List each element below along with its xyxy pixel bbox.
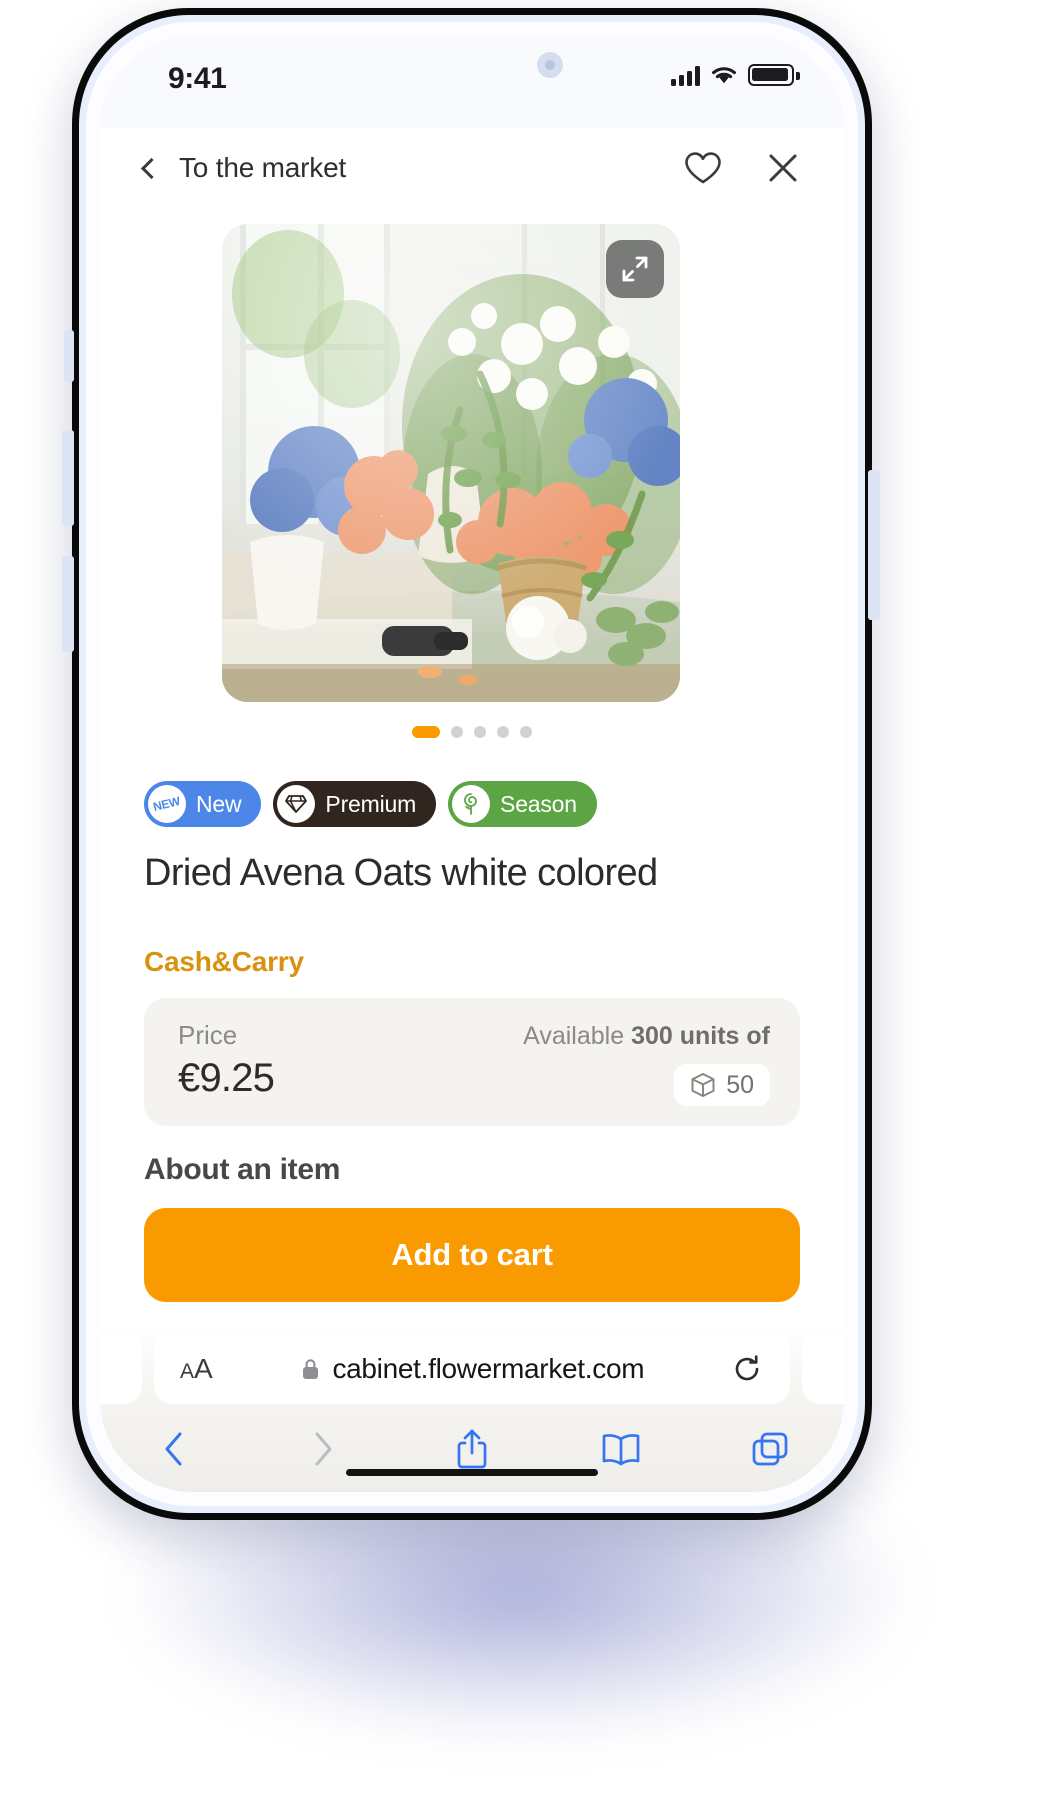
wifi-icon [712, 67, 736, 84]
add-to-cart-label: Add to cart [391, 1237, 553, 1272]
close-button[interactable] [766, 151, 800, 185]
carousel-dot[interactable] [474, 726, 486, 738]
tabs-squares-icon [752, 1432, 787, 1466]
reload-button[interactable] [732, 1354, 762, 1384]
phone-screen: 9:41 To the market NEW New Premium Seaso… [100, 36, 844, 1492]
status-bar: 9:41 [100, 36, 844, 128]
browser-tabs-button[interactable] [695, 1430, 844, 1468]
share-up-icon [457, 1429, 487, 1469]
safari-url-group: cabinet.flowermarket.com [213, 1353, 732, 1385]
app-header: To the market [100, 128, 844, 208]
browser-share-button[interactable] [398, 1428, 547, 1470]
new-star-icon: NEW [148, 785, 186, 823]
carousel-dots [100, 726, 844, 738]
expand-image-button[interactable] [606, 240, 664, 298]
price-value: €9.25 [178, 1056, 275, 1100]
carousel-dot[interactable] [520, 726, 532, 738]
expand-fullscreen-icon [622, 256, 648, 282]
favorite-button[interactable] [684, 151, 722, 185]
carousel-dot[interactable] [412, 726, 440, 738]
product-title: Dried Avena Oats white colored [144, 852, 658, 894]
app-header-title: To the market [179, 152, 347, 183]
seller-tag: Cash&Carry [144, 946, 304, 977]
close-x-icon [769, 154, 797, 182]
availability-text: Available 300 units of [523, 1022, 770, 1051]
back-to-market-button[interactable]: To the market [140, 152, 347, 184]
pack-size-badge: 50 [674, 1064, 770, 1106]
browser-bookmarks-button[interactable] [546, 1431, 695, 1467]
power-button[interactable] [868, 470, 880, 620]
battery-full-icon [748, 64, 800, 86]
badge-season-label: Season [500, 790, 577, 817]
product-image-carousel[interactable] [222, 224, 680, 702]
reload-icon [735, 1355, 759, 1381]
cta-container: Add to cart [100, 1184, 844, 1324]
product-badges: NEW New Premium Season [144, 781, 597, 827]
carousel-dot[interactable] [451, 726, 463, 738]
app-header-actions [684, 151, 800, 185]
badge-new[interactable]: NEW New [144, 781, 262, 827]
product-photo [222, 224, 680, 702]
lock-icon [303, 1359, 319, 1379]
diamond-icon [277, 785, 316, 823]
home-indicator[interactable] [346, 1469, 598, 1476]
package-box-icon [691, 1073, 715, 1097]
rose-flower-icon [452, 785, 491, 823]
badge-new-label: New [196, 790, 242, 817]
screenshot-root: 9:41 To the market NEW New Premium Seaso… [0, 0, 1043, 1820]
volume-up-button[interactable] [62, 430, 74, 526]
chevron-left-icon [140, 157, 163, 179]
availability-amount: 300 units of [631, 1022, 770, 1050]
safari-browser-chrome: AA cabinet.flowermarket.com [100, 1324, 844, 1492]
book-open-icon [602, 1434, 640, 1466]
add-to-cart-button[interactable]: Add to cart [144, 1208, 800, 1302]
volume-down-button[interactable] [62, 556, 74, 652]
chevron-right-icon [315, 1432, 332, 1466]
badge-premium[interactable]: Premium [273, 781, 437, 827]
safari-adjacent-tab-right[interactable] [802, 1334, 844, 1404]
safari-toolbar [100, 1406, 844, 1492]
browser-forward-button[interactable] [249, 1429, 398, 1469]
chevron-left-icon [165, 1432, 182, 1466]
browser-back-button[interactable] [100, 1429, 249, 1469]
badge-season[interactable]: Season [448, 781, 597, 827]
price-card: Price €9.25 Available 300 units of 50 [144, 998, 800, 1126]
about-section-title: About an item [144, 1153, 341, 1186]
badge-new-glyph: NEW [152, 793, 182, 815]
badge-premium-label: Premium [325, 790, 417, 817]
status-bar-indicators [671, 64, 800, 86]
cellular-signal-icon [671, 64, 700, 86]
text-size-small-a: A [180, 1360, 195, 1383]
availability-prefix: Available [523, 1022, 632, 1050]
front-camera-dot [537, 52, 563, 78]
safari-tab-strip: AA cabinet.flowermarket.com [100, 1324, 844, 1404]
safari-url-text: cabinet.flowermarket.com [332, 1353, 645, 1384]
silent-switch[interactable] [64, 330, 74, 382]
price-label: Price [178, 1020, 238, 1050]
safari-address-bar[interactable]: AA cabinet.flowermarket.com [154, 1334, 790, 1404]
text-size-large-a: A [194, 1353, 213, 1384]
status-bar-time: 9:41 [168, 62, 227, 95]
heart-outline-icon [685, 152, 721, 184]
pack-size-count: 50 [726, 1070, 754, 1099]
carousel-dot[interactable] [497, 726, 509, 738]
text-size-button[interactable]: AA [180, 1353, 213, 1385]
safari-adjacent-tab-left[interactable] [100, 1334, 142, 1404]
